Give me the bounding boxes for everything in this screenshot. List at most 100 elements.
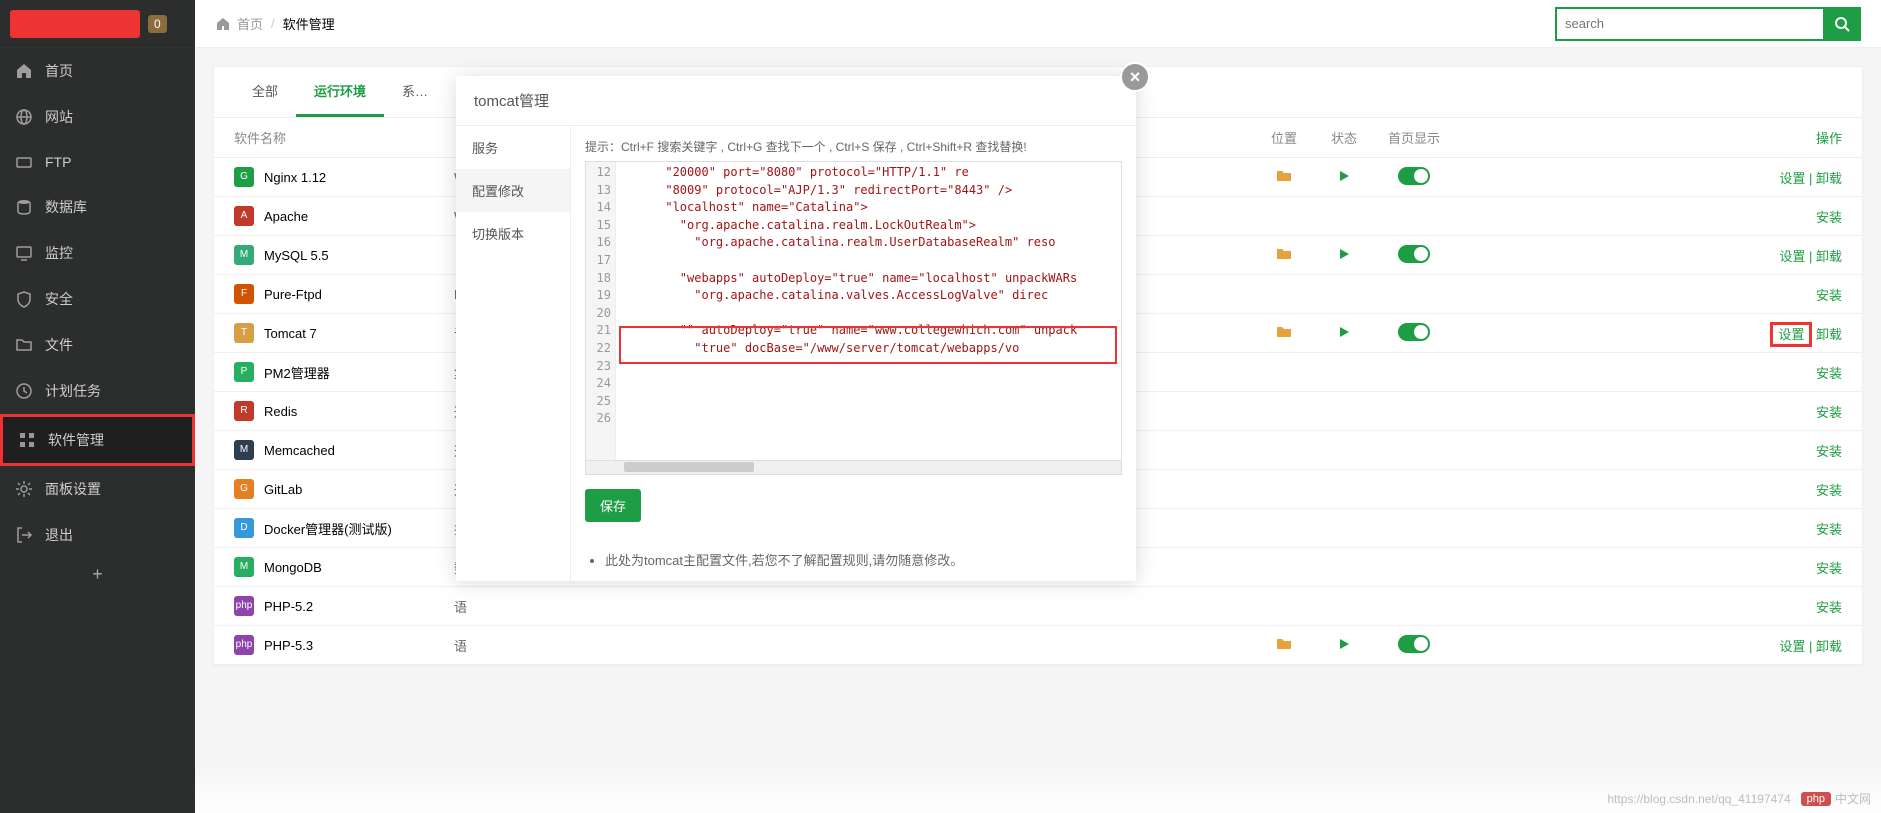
editor-code[interactable]: "20000" port="8080" protocol="HTTP/1.1" … bbox=[616, 162, 1121, 460]
sidebar-item-globe[interactable]: 网站 bbox=[0, 94, 195, 140]
sidebar-item-label: FTP bbox=[45, 154, 71, 170]
col-header-status: 状态 bbox=[1314, 128, 1374, 147]
close-icon: × bbox=[1130, 67, 1141, 88]
search-button[interactable] bbox=[1825, 7, 1861, 41]
search-input[interactable] bbox=[1555, 7, 1825, 41]
play-icon[interactable] bbox=[1338, 248, 1350, 263]
sidebar-item-label: 软件管理 bbox=[48, 430, 104, 450]
op-link[interactable]: 设置 | 卸载 bbox=[1779, 249, 1842, 264]
modal-side-item[interactable]: 服务 bbox=[456, 126, 570, 169]
software-icon: D bbox=[234, 518, 254, 538]
update-badge[interactable]: 0 bbox=[148, 15, 167, 33]
sidebar-item-clock[interactable]: 计划任务 bbox=[0, 368, 195, 414]
sidebar-item-database[interactable]: 数据库 bbox=[0, 184, 195, 230]
table-row: phpPHP-5.3语设置 | 卸载 bbox=[214, 626, 1862, 665]
topbar: 首页 / 软件管理 bbox=[195, 0, 1881, 48]
op-link[interactable]: 安装 bbox=[1816, 600, 1842, 615]
sidebar-item-label: 首页 bbox=[45, 61, 73, 81]
sidebar-item-label: 数据库 bbox=[45, 197, 87, 217]
software-name: PM2管理器 bbox=[264, 363, 330, 382]
software-icon: M bbox=[234, 245, 254, 265]
breadcrumb-home[interactable]: 首页 bbox=[215, 14, 263, 33]
software-icon: php bbox=[234, 596, 254, 616]
software-name: Redis bbox=[264, 404, 297, 419]
folder-icon bbox=[15, 336, 33, 354]
op-link[interactable]: 设置 | 卸载 bbox=[1779, 171, 1842, 186]
display-toggle[interactable] bbox=[1398, 323, 1430, 341]
play-icon[interactable] bbox=[1338, 326, 1350, 341]
op-link[interactable]: 安装 bbox=[1816, 288, 1842, 303]
play-icon[interactable] bbox=[1338, 638, 1350, 653]
table-row: phpPHP-5.2语安装 bbox=[214, 587, 1862, 626]
sidebar-item-label: 文件 bbox=[45, 335, 73, 355]
modal-side-item[interactable]: 切换版本 bbox=[456, 212, 570, 255]
sidebar-logo bbox=[10, 10, 140, 38]
folder-icon[interactable] bbox=[1276, 639, 1292, 654]
modal-close-button[interactable]: × bbox=[1120, 62, 1150, 92]
config-editor[interactable]: 121314151617181920212223242526 "20000" p… bbox=[585, 161, 1122, 461]
sidebar-item-label: 网站 bbox=[45, 107, 73, 127]
sidebar-item-apps[interactable]: 软件管理 bbox=[0, 414, 195, 466]
scroll-thumb[interactable] bbox=[624, 462, 754, 472]
software-icon: A bbox=[234, 206, 254, 226]
software-icon: M bbox=[234, 557, 254, 577]
software-icon: P bbox=[234, 362, 254, 382]
folder-icon[interactable] bbox=[1276, 327, 1292, 342]
save-button[interactable]: 保存 bbox=[585, 489, 641, 522]
sidebar-item-shield[interactable]: 安全 bbox=[0, 276, 195, 322]
software-name: Pure-Ftpd bbox=[264, 287, 322, 302]
display-toggle[interactable] bbox=[1398, 245, 1430, 263]
op-link[interactable]: 安装 bbox=[1816, 366, 1842, 381]
sidebar-item-gear[interactable]: 面板设置 bbox=[0, 466, 195, 512]
modal-side-item[interactable]: 配置修改 bbox=[456, 169, 570, 212]
sidebar-item-label: 监控 bbox=[45, 243, 73, 263]
search-wrap bbox=[1555, 7, 1861, 41]
globe-icon bbox=[15, 108, 33, 126]
sidebar-item-monitor[interactable]: 监控 bbox=[0, 230, 195, 276]
settings-link[interactable]: 设置 bbox=[1770, 322, 1812, 347]
software-name: GitLab bbox=[264, 482, 302, 497]
op-link[interactable]: 设置 | 卸载 bbox=[1779, 639, 1842, 654]
folder-icon[interactable] bbox=[1276, 171, 1292, 186]
col-header-op: 操作 bbox=[1454, 128, 1842, 147]
software-name: Nginx 1.12 bbox=[264, 170, 326, 185]
tab-1[interactable]: 运行环境 bbox=[296, 67, 384, 117]
op-link[interactable]: 安装 bbox=[1816, 444, 1842, 459]
play-icon[interactable] bbox=[1338, 170, 1350, 185]
clock-icon bbox=[15, 382, 33, 400]
uninstall-link[interactable]: 卸载 bbox=[1816, 327, 1842, 342]
op-link[interactable]: 安装 bbox=[1816, 210, 1842, 225]
op-link[interactable]: 安装 bbox=[1816, 522, 1842, 537]
software-name: Tomcat 7 bbox=[264, 326, 317, 341]
sidebar-item-folder[interactable]: 文件 bbox=[0, 322, 195, 368]
tab-0[interactable]: 全部 bbox=[234, 67, 296, 117]
op-link[interactable]: 安装 bbox=[1816, 483, 1842, 498]
watermark: https://blog.csdn.net/qq_41197474 php 中文… bbox=[1607, 790, 1871, 807]
software-type: 语 bbox=[454, 636, 1254, 655]
modal-title: tomcat管理 bbox=[456, 76, 1136, 126]
config-note: 此处为tomcat主配置文件,若您不了解配置规则,请勿随意修改。 bbox=[605, 550, 1122, 569]
software-name: Memcached bbox=[264, 443, 335, 458]
display-toggle[interactable] bbox=[1398, 167, 1430, 185]
display-toggle[interactable] bbox=[1398, 635, 1430, 653]
col-header-display: 首页显示 bbox=[1374, 128, 1454, 147]
op-link[interactable]: 安装 bbox=[1816, 405, 1842, 420]
database-icon bbox=[15, 198, 33, 216]
sidebar-item-exit[interactable]: 退出 bbox=[0, 512, 195, 558]
software-icon: G bbox=[234, 479, 254, 499]
home-icon bbox=[215, 16, 231, 32]
editor-hint: 提示：Ctrl+F 搜索关键字 , Ctrl+G 查找下一个 , Ctrl+S … bbox=[585, 138, 1122, 155]
tab-2[interactable]: 系… bbox=[384, 67, 446, 117]
sidebar-item-ftp[interactable]: FTP bbox=[0, 140, 195, 184]
folder-icon[interactable] bbox=[1276, 249, 1292, 264]
tomcat-modal: × tomcat管理 服务配置修改切换版本 提示：Ctrl+F 搜索关键字 , … bbox=[456, 76, 1136, 581]
software-icon: F bbox=[234, 284, 254, 304]
sidebar-add-button[interactable]: + bbox=[0, 564, 195, 585]
sidebar-item-home[interactable]: 首页 bbox=[0, 48, 195, 94]
home-icon bbox=[15, 62, 33, 80]
editor-h-scrollbar[interactable] bbox=[585, 461, 1122, 475]
modal-sidebar: 服务配置修改切换版本 bbox=[456, 126, 571, 581]
breadcrumb-current: 软件管理 bbox=[283, 14, 335, 33]
sidebar-header: 0 bbox=[0, 0, 195, 48]
op-link[interactable]: 安装 bbox=[1816, 561, 1842, 576]
